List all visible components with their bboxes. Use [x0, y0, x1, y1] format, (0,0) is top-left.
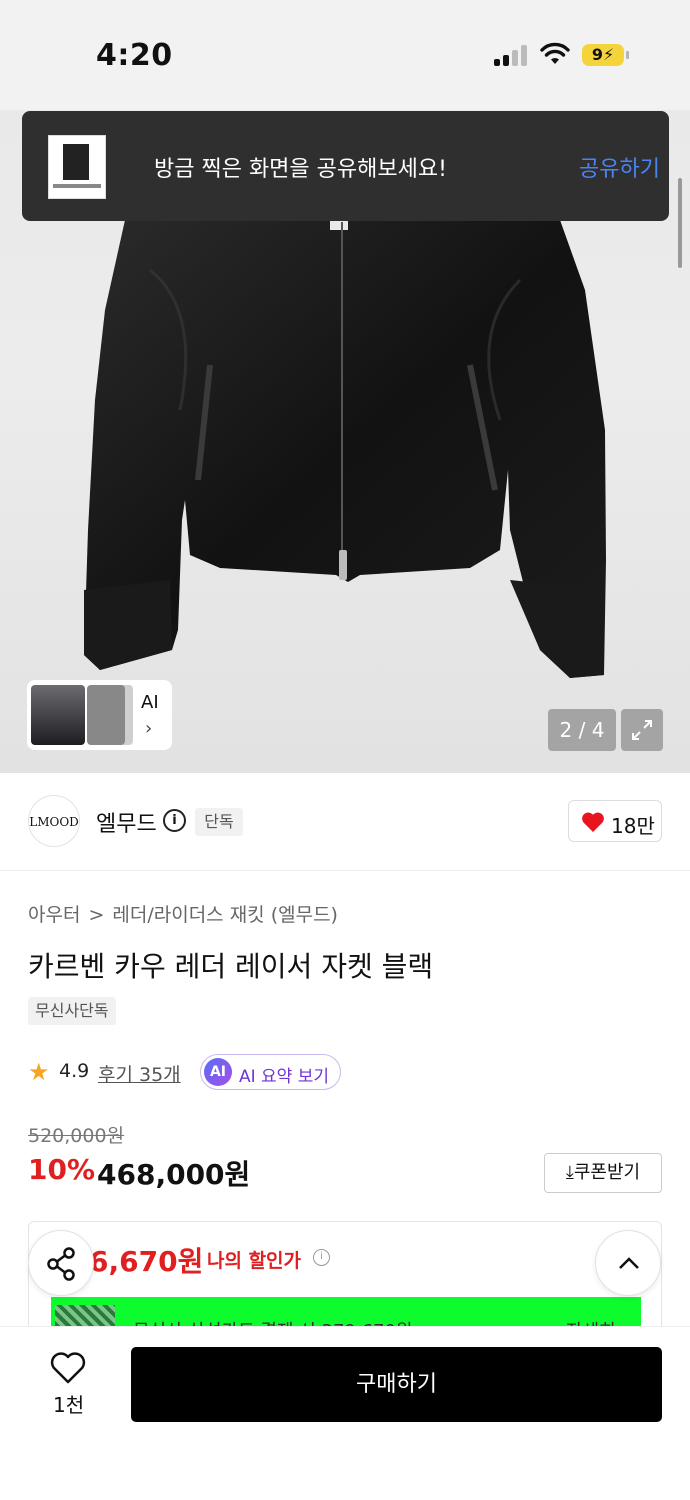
share-link[interactable]: 공유하기: [579, 151, 660, 183]
heart-outline-icon[interactable]: [50, 1351, 86, 1385]
ai-styling-button[interactable]: AI ›: [27, 680, 172, 750]
brand-like-button[interactable]: 18만: [568, 800, 662, 842]
my-price-label: 나의 할인가: [207, 1250, 302, 1272]
screenshot-thumbnail[interactable]: [48, 135, 106, 199]
scroll-top-button[interactable]: [595, 1230, 661, 1296]
rating-score: 4.9: [59, 1060, 90, 1082]
musinsa-exclusive-tag: 무신사단독: [28, 997, 116, 1025]
my-price: 6,670원: [89, 1245, 204, 1278]
divider: [0, 870, 690, 871]
coupon-label: 쿠폰받기: [573, 1162, 641, 1183]
info-icon[interactable]: i: [313, 1249, 330, 1266]
sale-price: 468,000원: [97, 1158, 251, 1191]
status-bar: 4:20 9⚡: [0, 0, 690, 110]
coupon-button[interactable]: ⤓쿠폰받기: [544, 1153, 662, 1193]
ai-icon: AI: [204, 1058, 232, 1086]
download-icon: ⤓: [565, 1162, 574, 1183]
battery-icon: 9⚡: [582, 44, 629, 66]
battery-level: 9: [591, 45, 603, 64]
share-toast: 방금 찍은 화면을 공유해보세요! 공유하기: [22, 111, 669, 221]
brand-logo[interactable]: LMOOD: [28, 795, 80, 847]
like-count: 1천: [53, 1393, 85, 1417]
chevron-up-icon: [619, 1257, 639, 1269]
bottom-action-bar: 1천 구매하기: [0, 1326, 690, 1500]
ai-summary-button[interactable]: AI AI 요약 보기: [200, 1054, 341, 1090]
styling-thumbnail: [87, 685, 125, 745]
ai-label: AI: [141, 692, 159, 713]
share-button[interactable]: [28, 1230, 94, 1296]
cellular-signal-icon: [494, 44, 528, 66]
ai-summary-label: AI 요약 보기: [239, 1067, 330, 1087]
breadcrumb-subcategory[interactable]: 레더/라이더스 재킷 (엘무드): [112, 904, 338, 926]
chevron-right-icon: >: [88, 904, 105, 926]
toast-message: 방금 찍은 화면을 공유해보세요!: [154, 157, 447, 182]
styling-thumbnail: [31, 685, 85, 745]
exclusive-badge: 단독: [195, 808, 243, 836]
wifi-icon: [540, 42, 570, 64]
original-price: 520,000원: [28, 1125, 125, 1147]
brand-name[interactable]: 엘무드: [96, 806, 157, 838]
heart-filled-icon: [582, 812, 604, 832]
scroll-indicator: [678, 178, 682, 268]
info-icon[interactable]: i: [163, 809, 186, 832]
star-icon: ★: [28, 1058, 50, 1086]
brand-like-count: 18만: [611, 814, 655, 838]
chevron-right-icon: ›: [145, 718, 153, 739]
buy-button[interactable]: 구매하기: [131, 1347, 662, 1422]
breadcrumb-category[interactable]: 아우터: [28, 904, 80, 926]
status-time: 4:20: [96, 38, 173, 73]
product-title: 카르벤 카우 레더 레이서 자켓 블랙: [28, 950, 434, 983]
discount-rate: 10%: [28, 1153, 96, 1186]
image-pager: 2 / 4: [548, 709, 616, 751]
reviews-link[interactable]: 후기 35개: [98, 1060, 181, 1087]
breadcrumb: 아우터 > 레더/라이더스 재킷 (엘무드): [28, 900, 338, 927]
expand-icon[interactable]: [621, 709, 663, 751]
share-icon: [47, 1247, 75, 1281]
